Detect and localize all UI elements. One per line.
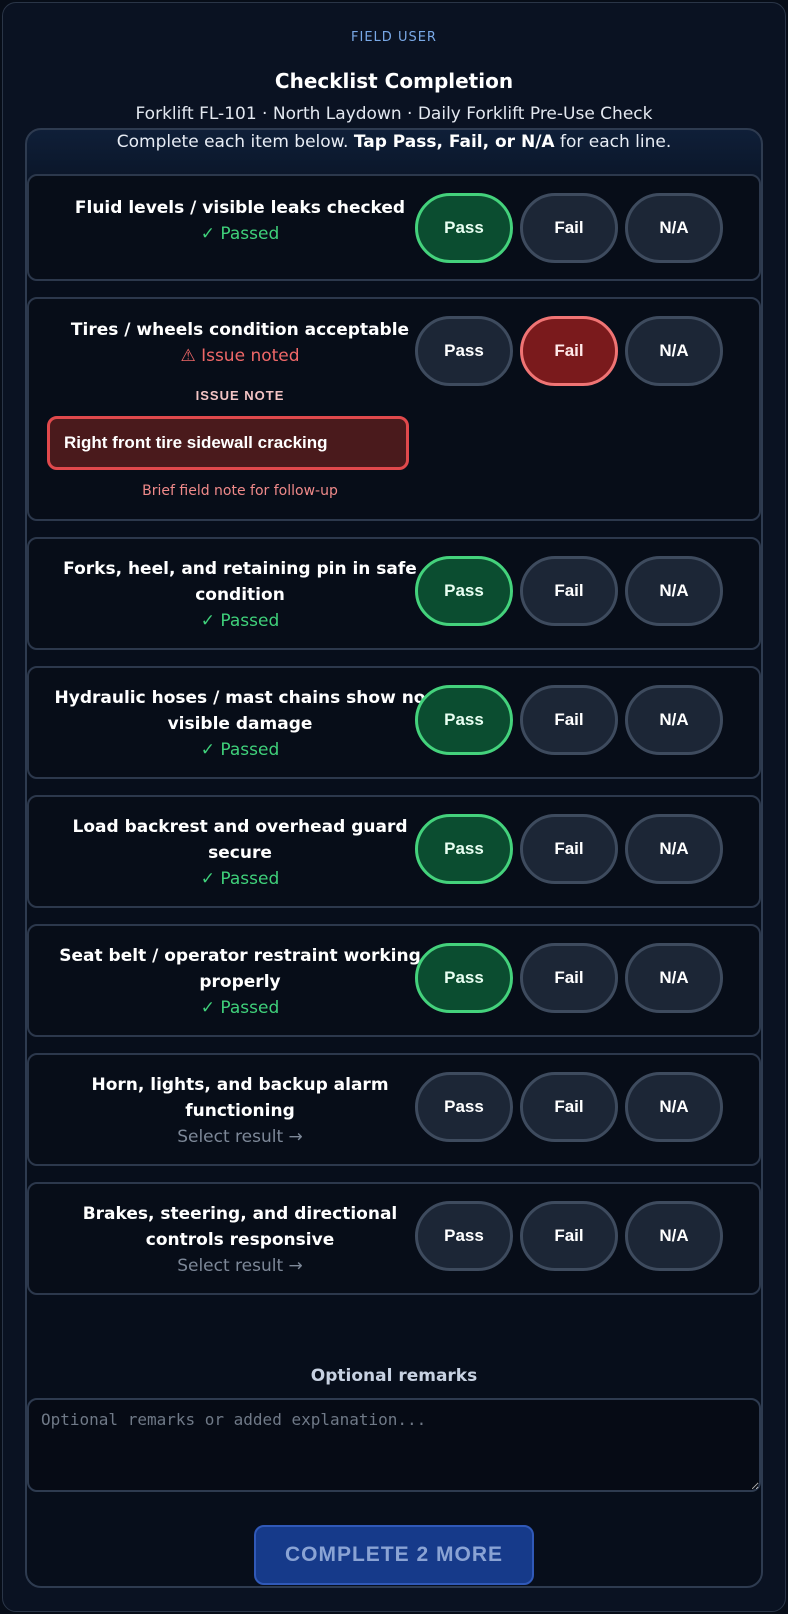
checklist-item-seat-belt: Seat belt / operator restraint working p… — [27, 924, 761, 1037]
na-button[interactable]: N/A — [625, 814, 723, 884]
item-status: ✓ Passed — [200, 998, 280, 1018]
na-button[interactable]: N/A — [625, 685, 723, 755]
na-button[interactable]: N/A — [625, 316, 723, 386]
item-status: ⚠ Issue noted — [180, 346, 300, 366]
instructions-tail: for each line. — [554, 132, 672, 152]
issue-note-input[interactable]: Right front tire sidewall cracking — [47, 416, 409, 470]
page-title: Checklist Completion — [274, 69, 514, 93]
fail-button[interactable]: Fail — [520, 685, 618, 755]
item-label: Hydraulic hoses / mast chains show no vi… — [54, 688, 426, 734]
complete-button[interactable]: COMPLETE 2 MORE — [254, 1525, 534, 1585]
item-label: Seat belt / operator restraint working p… — [59, 946, 421, 992]
checklist-item-load-backrest: Load backrest and overhead guard secure … — [27, 795, 761, 908]
instructions-emphasis: Tap Pass, Fail, or N/A — [353, 132, 555, 152]
remarks-label: Optional remarks — [310, 1366, 478, 1386]
pass-button[interactable]: Pass — [415, 1201, 513, 1271]
item-status: ✓ Passed — [200, 611, 280, 631]
fail-button[interactable]: Fail — [520, 316, 618, 386]
checklist-item-brakes-steering: Brakes, steering, and directional contro… — [27, 1182, 761, 1295]
item-label: Fluid levels / visible leaks checked — [74, 198, 406, 218]
pass-button[interactable]: Pass — [415, 193, 513, 263]
issue-note-hint: Brief field note for follow-up — [142, 483, 338, 499]
na-button[interactable]: N/A — [625, 943, 723, 1013]
user-role: FIELD USER — [351, 30, 437, 45]
item-status: ✓ Passed — [200, 224, 280, 244]
checklist-item-horn-lights: Horn, lights, and backup alarm functioni… — [27, 1053, 761, 1166]
checklist-item-fluid-levels: Fluid levels / visible leaks checked ✓ P… — [27, 174, 761, 281]
pass-button[interactable]: Pass — [415, 685, 513, 755]
item-label: Load backrest and overhead guard secure — [72, 817, 408, 863]
na-button[interactable]: N/A — [625, 556, 723, 626]
page-subtitle: Forklift FL-101 · North Laydown · Daily … — [135, 104, 653, 124]
pass-button[interactable]: Pass — [415, 316, 513, 386]
pass-button[interactable]: Pass — [415, 814, 513, 884]
item-status: Select result → — [177, 1256, 303, 1276]
item-label: Tires / wheels condition acceptable — [70, 320, 410, 340]
pass-button[interactable]: Pass — [415, 1072, 513, 1142]
fail-button[interactable]: Fail — [520, 1201, 618, 1271]
fail-button[interactable]: Fail — [520, 193, 618, 263]
checklist-item-tires: Tires / wheels condition acceptable ⚠ Is… — [27, 297, 761, 521]
item-label: Brakes, steering, and directional contro… — [82, 1204, 398, 1250]
fail-button[interactable]: Fail — [520, 814, 618, 884]
item-status: ✓ Passed — [200, 869, 280, 889]
item-status: ✓ Passed — [200, 740, 280, 760]
pass-button[interactable]: Pass — [415, 556, 513, 626]
checklist-item-hydraulic-hoses: Hydraulic hoses / mast chains show no vi… — [27, 666, 761, 779]
na-button[interactable]: N/A — [625, 193, 723, 263]
fail-button[interactable]: Fail — [520, 556, 618, 626]
issue-note-label: ISSUE NOTE — [195, 388, 285, 403]
instructions: Complete each item below. Tap Pass, Fail… — [0, 132, 788, 152]
pass-button[interactable]: Pass — [415, 943, 513, 1013]
fail-button[interactable]: Fail — [520, 1072, 618, 1142]
remarks-input[interactable] — [27, 1398, 761, 1492]
fail-button[interactable]: Fail — [520, 943, 618, 1013]
item-label: Forks, heel, and retaining pin in safe c… — [63, 559, 417, 605]
item-status: Select result → — [177, 1127, 303, 1147]
item-label: Horn, lights, and backup alarm functioni… — [91, 1075, 389, 1121]
instructions-lead: Complete each item below. — [116, 132, 354, 152]
na-button[interactable]: N/A — [625, 1201, 723, 1271]
na-button[interactable]: N/A — [625, 1072, 723, 1142]
checklist-item-forks: Forks, heel, and retaining pin in safe c… — [27, 537, 761, 650]
